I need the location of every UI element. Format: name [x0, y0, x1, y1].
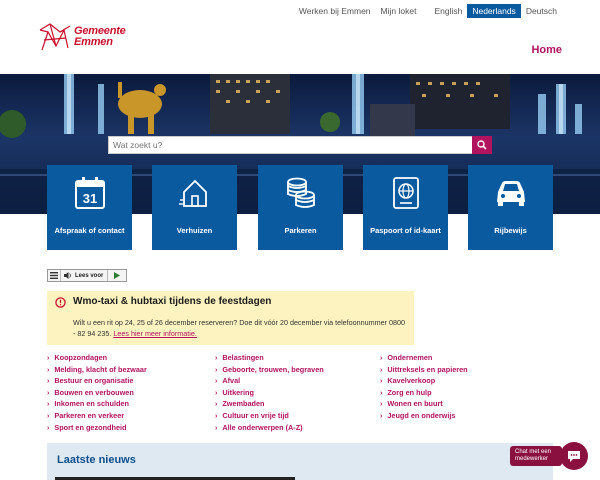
lang-english[interactable]: English	[429, 4, 467, 18]
top-navigation: Werken bij Emmen Mijn loket English Nede…	[294, 4, 562, 18]
chevron-right-icon: ›	[215, 412, 218, 420]
topic-link[interactable]: › Wonen en buurt	[380, 399, 468, 411]
link-mijn-loket[interactable]: Mijn loket	[376, 4, 422, 18]
topic-link[interactable]: › Jeugd en onderwijs	[380, 411, 468, 423]
search-input[interactable]	[108, 136, 472, 154]
chevron-right-icon: ›	[380, 355, 383, 362]
topic-link[interactable]: › Bestuur en organisatie	[47, 376, 147, 388]
topic-link[interactable]: › Belastingen	[215, 353, 324, 365]
tile-parkeren[interactable]: Parkeren	[258, 165, 343, 250]
chevron-right-icon: ›	[47, 424, 50, 432]
chevron-right-icon: ›	[47, 389, 50, 397]
menu-icon	[50, 272, 58, 279]
chevron-right-icon: ›	[380, 412, 383, 420]
speaker-icon	[64, 272, 71, 279]
tile-afspraak-of-contact[interactable]: 31 Afspraak of contact	[47, 165, 132, 250]
passport-icon	[392, 177, 419, 209]
quick-links: 31 Afspraak of contact Verhuizen Parkere…	[47, 165, 553, 250]
logo[interactable]: Gemeente Emmen	[38, 20, 126, 54]
reader-play-button[interactable]	[108, 270, 126, 281]
lang-deutsch[interactable]: Deutsch	[521, 4, 562, 18]
tile-label: Parkeren	[284, 226, 317, 235]
alert-banner: Wmo-taxi & hubtaxi tijdens de feestdagen…	[47, 291, 414, 345]
chevron-right-icon: ›	[47, 378, 50, 386]
topic-link-all[interactable]: › Alle onderwerpen (A-Z)	[215, 423, 324, 435]
reader-menu-button[interactable]	[48, 270, 61, 281]
home-link[interactable]: Home	[531, 44, 562, 56]
search-bar	[108, 136, 492, 154]
topic-link[interactable]: › Uitkering	[215, 388, 324, 400]
chat-widget: Chat met een medewerker	[510, 442, 588, 470]
topic-link[interactable]: › Zorg en hulp	[380, 388, 468, 400]
alert-title: Wmo-taxi & hubtaxi tijdens de feestdagen	[73, 296, 272, 307]
topic-column-3: › Ondernemen › Uittreksels en papieren › Ka…	[380, 353, 468, 423]
chat-icon	[568, 450, 580, 462]
alert-more-link[interactable]: Lees hier meer informatie.	[113, 329, 197, 338]
alert-body: Wilt u een rit op 24, 25 of 26 december …	[73, 317, 409, 339]
chevron-right-icon: ›	[380, 378, 383, 386]
chevron-right-icon: ›	[47, 412, 50, 420]
tile-rijbewijs[interactable]: Rijbewijs	[468, 165, 553, 250]
topic-link[interactable]: › Melding, klacht of bezwaar	[47, 365, 147, 377]
chevron-right-icon: ›	[215, 355, 218, 362]
chat-label[interactable]: Chat met een medewerker	[510, 446, 562, 466]
chevron-right-icon: ›	[47, 366, 50, 374]
logo-line-2: Emmen	[74, 36, 113, 48]
topic-column-2: › Belastingen › Geboorte, trouwen, begrave…	[215, 353, 324, 434]
chevron-right-icon: ›	[380, 389, 383, 397]
topic-link[interactable]: › Kavelverkoop	[380, 376, 468, 388]
topic-link[interactable]: › Geboorte, trouwen, begraven	[215, 365, 324, 377]
news-section: Laatste nieuws	[47, 443, 553, 480]
chevron-right-icon: ›	[215, 401, 218, 409]
tile-label: Verhuizen	[176, 226, 213, 235]
tile-paspoort-of-id-kaart[interactable]: Paspoort of id-kaart	[363, 165, 448, 250]
chevron-right-icon: ›	[215, 424, 218, 432]
read-aloud-widget: Lees voor	[47, 269, 127, 282]
topic-link[interactable]: › Koopzondagen	[47, 353, 147, 365]
chat-button[interactable]	[560, 442, 588, 470]
chevron-right-icon: ›	[380, 366, 383, 374]
play-icon	[114, 272, 120, 279]
chevron-right-icon: ›	[47, 401, 50, 409]
search-icon	[477, 140, 487, 150]
topic-link[interactable]: › Parkeren en verkeer	[47, 411, 147, 423]
reader-label: Lees voor	[75, 272, 104, 279]
calendar-day: 31	[82, 191, 96, 206]
chevron-right-icon: ›	[215, 389, 218, 397]
tile-label: Paspoort of id-kaart	[370, 226, 441, 235]
chevron-right-icon: ›	[47, 355, 50, 362]
reader-listen-button[interactable]: Lees voor	[61, 270, 108, 281]
topic-link[interactable]: › Cultuur en vrije tijd	[215, 411, 324, 423]
car-icon	[496, 181, 525, 206]
tile-label: Rijbewijs	[494, 226, 527, 235]
link-werken-bij-emmen[interactable]: Werken bij Emmen	[294, 4, 376, 18]
calendar-icon: 31	[74, 177, 105, 209]
topic-link[interactable]: › Ondernemen	[380, 353, 468, 365]
topic-link[interactable]: › Uittreksels en papieren	[380, 365, 468, 377]
logo-mark-icon	[39, 23, 71, 51]
tile-verhuizen[interactable]: Verhuizen	[152, 165, 237, 250]
chevron-right-icon: ›	[215, 378, 218, 386]
alert-icon	[55, 297, 66, 308]
topic-link[interactable]: › Zwembaden	[215, 399, 324, 411]
topic-link[interactable]: › Inkomen en schulden	[47, 399, 147, 411]
tile-label: Afspraak of contact	[54, 226, 125, 235]
news-title: Laatste nieuws	[57, 454, 136, 466]
logo-text: Gemeente Emmen	[74, 26, 126, 48]
house-icon	[178, 179, 207, 207]
lang-nederlands[interactable]: Nederlands	[467, 4, 521, 18]
topic-link[interactable]: › Sport en gezondheid	[47, 423, 147, 435]
chevron-right-icon: ›	[215, 366, 218, 374]
topic-column-1: › Koopzondagen › Melding, klacht of bezwaa…	[47, 353, 147, 434]
coins-icon	[286, 177, 315, 208]
chevron-right-icon: ›	[380, 401, 383, 409]
search-button[interactable]	[472, 136, 492, 154]
topic-link[interactable]: › Afval	[215, 376, 324, 388]
topic-link[interactable]: › Bouwen en verbouwen	[47, 388, 147, 400]
